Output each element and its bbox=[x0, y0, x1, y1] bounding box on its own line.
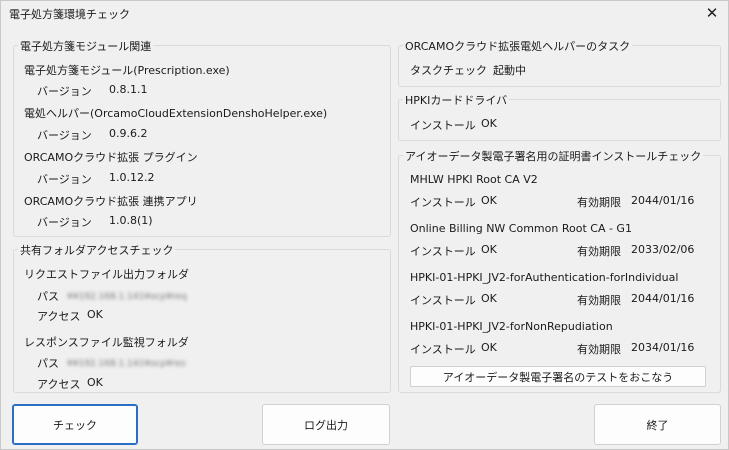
request-path-value: ¥¥192.168.1.141¥ocp¥req bbox=[67, 292, 187, 302]
version-label: バージョン bbox=[37, 85, 92, 98]
check-button[interactable]: チェック bbox=[12, 404, 138, 445]
version-value: 1.0.12.2 bbox=[109, 171, 155, 184]
module-group-legend: 電子処方箋モジュール関連 bbox=[18, 38, 154, 54]
signature-test-button[interactable]: アイオーデータ製電子署名のテストをおこなう bbox=[410, 366, 706, 387]
cert-install-value: OK bbox=[481, 341, 497, 354]
dialog-window: 電子処方箋環境チェック ✕ 電子処方箋モジュール関連 電子処方箋モジュール(Pr… bbox=[0, 0, 729, 450]
cert-install-value: OK bbox=[481, 292, 497, 305]
version-label: バージョン bbox=[37, 216, 92, 229]
cert-name: HPKI-01-HPKI_JV2-forAuthentication-forIn… bbox=[410, 271, 679, 284]
cert-expiry-label: 有効期限 bbox=[577, 294, 621, 307]
cert-expiry-value: 2044/01/16 bbox=[631, 292, 695, 305]
hpki-install-label: インストール bbox=[410, 119, 476, 132]
access-value: OK bbox=[87, 376, 103, 389]
request-folder-name: リクエストファイル出力フォルダ bbox=[24, 268, 189, 281]
hpki-driver-legend: HPKIカードドライバ bbox=[403, 92, 510, 108]
task-check-label: タスクチェック bbox=[410, 64, 487, 77]
response-path-value: ¥¥192.168.1.141¥ocp¥res bbox=[67, 359, 186, 369]
response-folder-name: レスポンスファイル監視フォルダ bbox=[24, 336, 189, 349]
module-name-helper: 電処ヘルパー(OrcamoCloudExtensionDenshoHelper.… bbox=[24, 107, 328, 120]
hpki-install-value: OK bbox=[481, 117, 497, 130]
path-label: パス bbox=[37, 357, 59, 370]
close-icon[interactable]: ✕ bbox=[702, 3, 722, 23]
module-name-app: ORCAMOクラウド拡張 連携アプリ bbox=[24, 195, 198, 208]
certificate-group-legend: アイオーデータ製電子署名用の証明書インストールチェック bbox=[403, 148, 704, 164]
version-value: 1.0.8(1) bbox=[109, 214, 153, 227]
title-bar: 電子処方箋環境チェック ✕ bbox=[1, 1, 728, 25]
cert-expiry-value: 2034/01/16 bbox=[631, 341, 695, 354]
access-label: アクセス bbox=[37, 310, 81, 323]
cert-install-label: インストール bbox=[410, 196, 476, 209]
module-name-prescription: 電子処方箋モジュール(Prescription.exe) bbox=[24, 64, 230, 77]
task-group-legend: ORCAMOクラウド拡張電処ヘルパーのタスク bbox=[403, 38, 633, 54]
cert-install-label: インストール bbox=[410, 343, 476, 356]
task-check-value: 起動中 bbox=[493, 64, 526, 77]
response-path: ¥¥192.168.1.141¥ocp¥res bbox=[67, 356, 186, 369]
version-value: 0.9.6.2 bbox=[109, 127, 148, 140]
cert-install-label: インストール bbox=[410, 294, 476, 307]
cert-expiry-label: 有効期限 bbox=[577, 196, 621, 209]
request-path: ¥¥192.168.1.141¥ocp¥req bbox=[67, 289, 187, 302]
version-value: 0.8.1.1 bbox=[109, 83, 148, 96]
version-label: バージョン bbox=[37, 173, 92, 186]
cert-expiry-value: 2044/01/16 bbox=[631, 194, 695, 207]
access-label: アクセス bbox=[37, 378, 81, 391]
cert-expiry-value: 2033/02/06 bbox=[631, 243, 695, 256]
cert-expiry-label: 有効期限 bbox=[577, 343, 621, 356]
cert-install-value: OK bbox=[481, 194, 497, 207]
cert-name: Online Billing NW Common Root CA - G1 bbox=[410, 222, 632, 235]
path-label: パス bbox=[37, 290, 59, 303]
cert-expiry-label: 有効期限 bbox=[577, 245, 621, 258]
window-title: 電子処方箋環境チェック bbox=[9, 8, 130, 21]
log-output-button[interactable]: ログ出力 bbox=[262, 404, 390, 445]
cert-name: MHLW HPKI Root CA V2 bbox=[410, 173, 538, 186]
shared-folder-legend: 共有フォルダアクセスチェック bbox=[18, 242, 176, 258]
cert-install-value: OK bbox=[481, 243, 497, 256]
cert-name: HPKI-01-HPKI_JV2-forNonRepudiation bbox=[410, 320, 613, 333]
version-label: バージョン bbox=[37, 129, 92, 142]
exit-button[interactable]: 終了 bbox=[594, 404, 721, 445]
access-value: OK bbox=[87, 308, 103, 321]
module-name-plugin: ORCAMOクラウド拡張 プラグイン bbox=[24, 151, 198, 164]
cert-install-label: インストール bbox=[410, 245, 476, 258]
